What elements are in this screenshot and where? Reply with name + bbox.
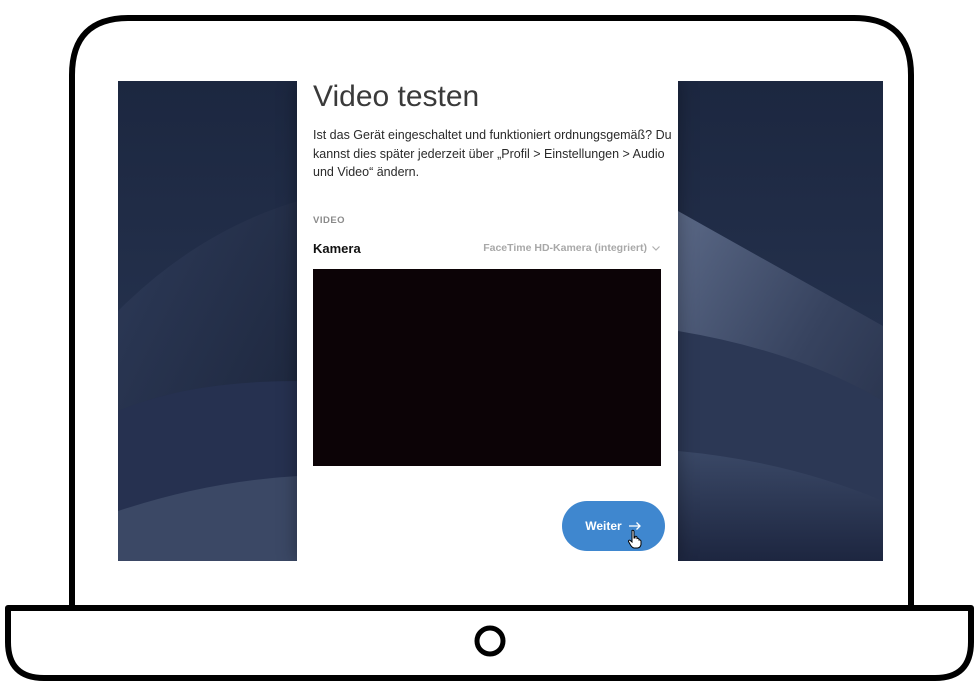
next-button-label: Weiter: [585, 519, 622, 533]
camera-selected-value: FaceTime HD-Kamera (integriert): [483, 242, 647, 254]
video-test-dialog: Video testen Ist das Gerät eingeschaltet…: [297, 81, 678, 561]
camera-label: Kamera: [313, 241, 361, 256]
hand-pointer-icon: [627, 529, 642, 549]
dialog-description: Ist das Gerät eingeschaltet und funktion…: [313, 128, 672, 179]
video-section-label: VIDEO: [313, 215, 346, 226]
camera-video-preview: [313, 269, 661, 466]
next-button[interactable]: Weiter: [562, 501, 665, 551]
camera-select-dropdown[interactable]: FaceTime HD-Kamera (integriert): [483, 242, 661, 254]
chevron-down-icon: [652, 246, 660, 251]
laptop-base-outline: [5, 605, 974, 681]
camera-setting-row: Kamera FaceTime HD-Kamera (integriert): [313, 241, 661, 259]
laptop-mockup: Video testen Ist das Gerät eingeschaltet…: [0, 0, 979, 685]
dialog-title: Video testen: [313, 81, 480, 113]
laptop-screen: Video testen Ist das Gerät eingeschaltet…: [118, 81, 883, 561]
